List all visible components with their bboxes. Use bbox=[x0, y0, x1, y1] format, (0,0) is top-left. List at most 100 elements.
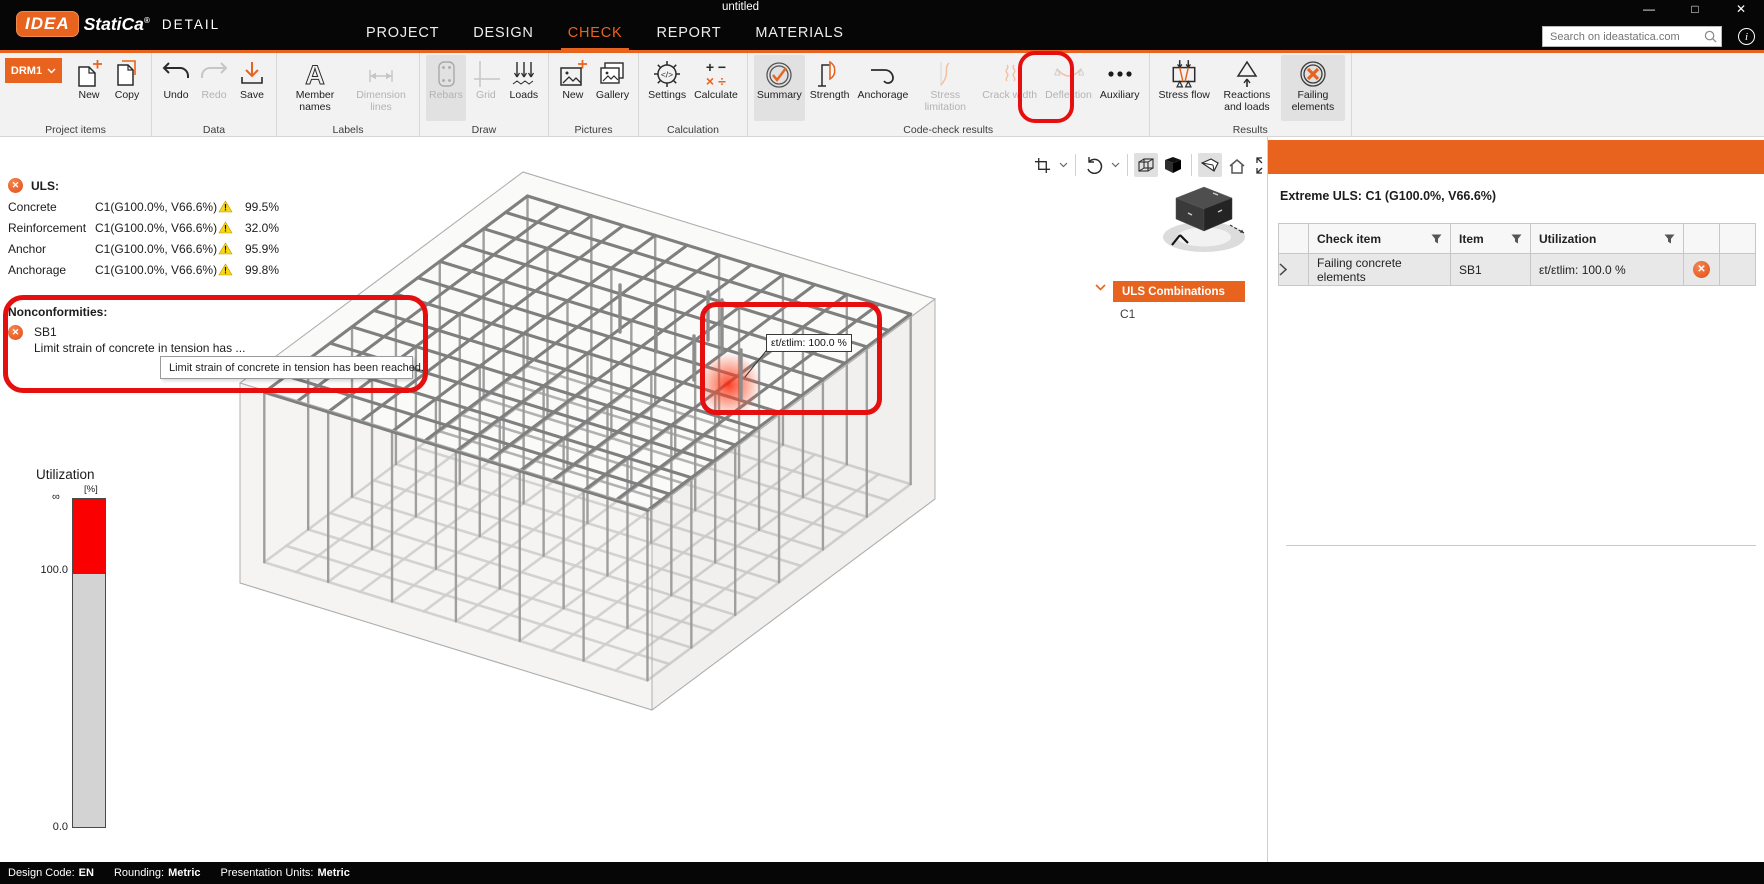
nonconformity-tooltip: Limit strain of concrete in tension has … bbox=[160, 356, 424, 379]
combination-item-c1[interactable]: C1 bbox=[1120, 307, 1135, 321]
view-toolbar bbox=[1030, 153, 1266, 177]
strength-flag-icon bbox=[815, 57, 845, 90]
uls-combinations-header[interactable]: ULS Combinations bbox=[1113, 281, 1245, 302]
loads-button[interactable]: Loads bbox=[506, 55, 542, 121]
filter-funnel-icon[interactable] bbox=[1664, 234, 1675, 244]
tab-report[interactable]: REPORT bbox=[656, 25, 721, 41]
error-circle-icon: ✕ bbox=[8, 324, 23, 340]
zoom-extents-button[interactable] bbox=[1252, 153, 1266, 177]
ribbon-group-code-check-results: Summary Strength Anchorage Stress limita… bbox=[748, 53, 1150, 136]
calculate-button[interactable]: + − × ÷ Calculate bbox=[691, 55, 741, 121]
solid-view-button[interactable] bbox=[1161, 153, 1185, 177]
redo-button: Redo bbox=[196, 55, 232, 121]
scale-label-infinity: ∞ bbox=[52, 491, 60, 503]
tab-design[interactable]: DESIGN bbox=[473, 25, 533, 41]
ribbon-group-results: Stress flow Reactions and loads Failing … bbox=[1150, 53, 1352, 136]
chevron-right-icon bbox=[1279, 263, 1287, 276]
maximize-button[interactable]: □ bbox=[1672, 0, 1718, 18]
group-label: Project items bbox=[45, 124, 106, 136]
search-icon[interactable] bbox=[1704, 30, 1717, 43]
ellipsis-icon bbox=[1105, 57, 1135, 90]
navigation-cube[interactable] bbox=[1158, 179, 1250, 259]
warning-triangle-icon: ! bbox=[218, 221, 233, 234]
uls-row-concrete: Concrete C1(G100.0%, V66.6%) ! 99.5% bbox=[8, 199, 280, 214]
anchorage-hook-icon bbox=[868, 57, 898, 90]
member-names-button[interactable]: A Member names bbox=[283, 55, 347, 121]
group-label: Code-check results bbox=[903, 124, 994, 136]
group-label: Calculation bbox=[667, 124, 719, 136]
auxiliary-button[interactable]: Auxiliary bbox=[1097, 55, 1143, 121]
copy-button[interactable]: Copy bbox=[109, 55, 145, 121]
home-icon bbox=[1229, 158, 1245, 174]
clipping-box-button[interactable] bbox=[1030, 153, 1054, 177]
search-input[interactable] bbox=[1543, 30, 1704, 43]
idea-logo: IDEA bbox=[16, 11, 79, 37]
svg-text:</>: </> bbox=[661, 69, 673, 79]
ribbon-group-draw: Rebars Grid Loads Draw bbox=[420, 53, 549, 136]
scale-label-0: 0.0 bbox=[52, 821, 68, 833]
wireframe-view-button[interactable] bbox=[1134, 153, 1158, 177]
anchorage-button[interactable]: Anchorage bbox=[855, 55, 912, 121]
svg-text:!: ! bbox=[224, 266, 227, 276]
nonconformity-item[interactable]: ✕ SB1 bbox=[8, 323, 245, 341]
reactions-and-loads-button[interactable]: Reactions and loads bbox=[1215, 55, 1279, 121]
summary-button[interactable]: Summary bbox=[753, 55, 805, 121]
home-view-button[interactable] bbox=[1225, 153, 1249, 177]
stress-flow-button[interactable]: Stress flow bbox=[1156, 55, 1213, 121]
registered-mark: ® bbox=[143, 15, 150, 25]
redo-icon bbox=[199, 57, 229, 90]
uls-row-reinforcement: Reinforcement C1(G100.0%, V66.6%) ! 32.0% bbox=[8, 220, 280, 235]
combinations-collapse-chevron[interactable] bbox=[1095, 284, 1106, 291]
3d-viewport[interactable]: ✕ ULS: Concrete C1(G100.0%, V66.6%) ! 99.… bbox=[0, 137, 1266, 862]
uls-title: ULS: bbox=[31, 178, 59, 193]
panel-divider bbox=[1286, 545, 1756, 546]
table-row-failing-concrete[interactable]: Failing concrete elements SB1 εt/εtlim: … bbox=[1278, 253, 1756, 286]
group-label: Data bbox=[202, 124, 226, 136]
ribbon-group-labels: A Member names Dimension lines Labels bbox=[277, 53, 420, 136]
status-presentation-units: Presentation Units: Metric bbox=[220, 867, 350, 879]
minimize-button[interactable]: — bbox=[1626, 0, 1672, 18]
nonconformities-title: Nonconformities: bbox=[8, 305, 108, 319]
info-icon[interactable]: i bbox=[1738, 28, 1755, 45]
search-box[interactable] bbox=[1542, 26, 1722, 47]
tab-project[interactable]: PROJECT bbox=[366, 25, 439, 41]
warning-triangle-icon: ! bbox=[218, 200, 233, 213]
new-picture-button[interactable]: New bbox=[555, 55, 591, 121]
save-icon bbox=[237, 57, 267, 90]
new-document-icon bbox=[74, 57, 104, 90]
warning-triangle-icon: ! bbox=[218, 242, 233, 255]
rotate-dropdown-chevron[interactable] bbox=[1109, 162, 1121, 168]
save-button[interactable]: Save bbox=[234, 55, 270, 121]
title-bar: untitled — □ ✕ IDEA StatiCa® DETAIL PROJ… bbox=[0, 0, 1764, 53]
product-name: DETAIL bbox=[161, 16, 221, 32]
crack-width-button: Crack width bbox=[979, 55, 1040, 121]
gallery-button[interactable]: Gallery bbox=[593, 55, 632, 121]
rebars-button: Rebars bbox=[426, 55, 466, 121]
utilization-color-scale bbox=[72, 498, 106, 828]
filter-funnel-icon[interactable] bbox=[1511, 234, 1522, 244]
filter-funnel-icon[interactable] bbox=[1431, 234, 1442, 244]
extreme-uls-title: Extreme ULS: C1 (G100.0%, V66.6%) bbox=[1280, 189, 1497, 203]
close-button[interactable]: ✕ bbox=[1718, 0, 1764, 18]
project-item-selector[interactable]: DRM1 bbox=[5, 58, 62, 83]
settings-button[interactable]: </> Settings bbox=[645, 55, 689, 121]
utilization-scale-title: Utilization bbox=[36, 467, 95, 482]
strength-button[interactable]: Strength bbox=[807, 55, 853, 121]
stress-curve-icon bbox=[930, 57, 960, 90]
crop-icon bbox=[1034, 157, 1050, 173]
copy-icon bbox=[112, 57, 142, 90]
column-header-check-item: Check item bbox=[1308, 223, 1451, 254]
clipped-view-button[interactable] bbox=[1198, 153, 1222, 177]
tab-check[interactable]: CHECK bbox=[560, 25, 630, 52]
failing-elements-button[interactable]: Failing elements bbox=[1280, 55, 1345, 121]
tab-materials[interactable]: MATERIALS bbox=[755, 25, 843, 41]
clipping-dropdown-chevron[interactable] bbox=[1057, 162, 1069, 168]
status-design-code: Design Code: EN bbox=[8, 867, 94, 879]
rotate-view-button[interactable] bbox=[1082, 153, 1106, 177]
scale-red-segment bbox=[73, 499, 105, 574]
undo-button[interactable]: Undo bbox=[158, 55, 194, 121]
toolbar-separator bbox=[1075, 154, 1076, 176]
row-expander[interactable] bbox=[1278, 253, 1309, 286]
dimension-lines-button: Dimension lines bbox=[349, 55, 413, 121]
new-project-item-button[interactable]: New bbox=[71, 55, 107, 121]
